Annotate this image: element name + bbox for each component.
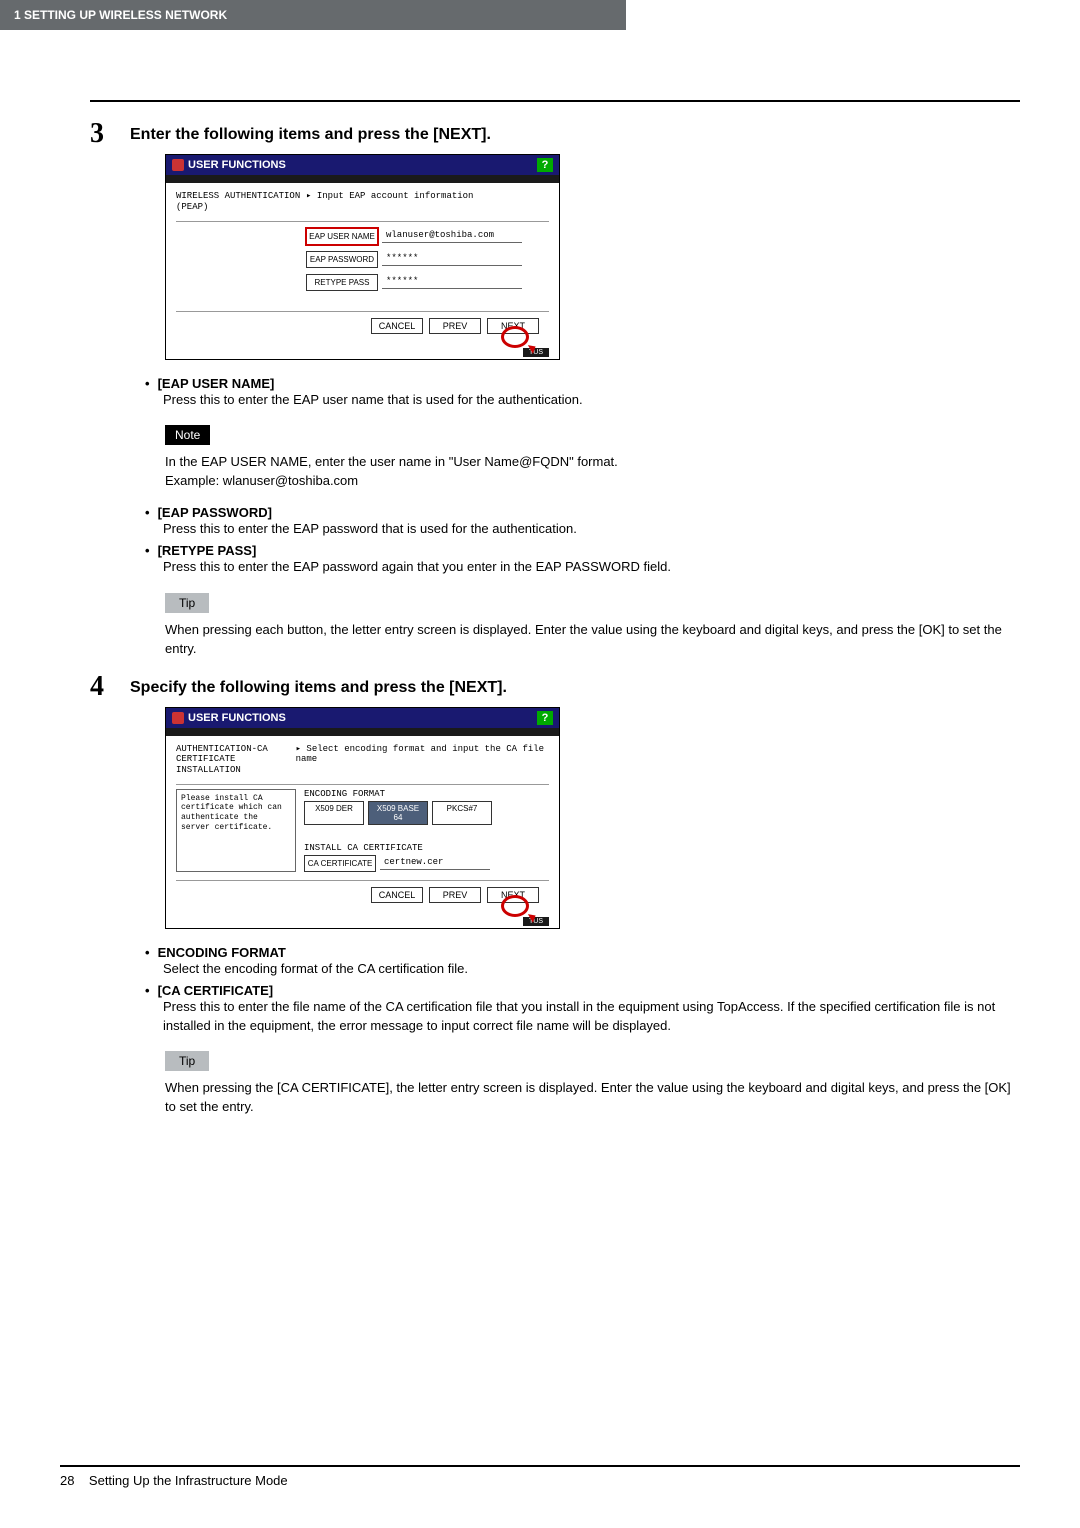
- top-rule: [90, 100, 1020, 102]
- note-label: Note: [165, 425, 210, 445]
- page-content: 3 Enter the following items and press th…: [0, 30, 1080, 1117]
- cancel-button[interactable]: CANCEL: [371, 318, 423, 334]
- page-number: 28: [60, 1473, 74, 1488]
- x509-base64-button[interactable]: X509 BASE 64: [368, 801, 428, 825]
- step-4-header: 4 Specify the following items and press …: [90, 673, 1020, 701]
- section-header: 1 SETTING UP WIRELESS NETWORK: [0, 0, 626, 30]
- note-line-1: In the EAP USER NAME, enter the user nam…: [165, 453, 1020, 472]
- install-ca-label: INSTALL CA CERTIFICATE: [304, 843, 549, 853]
- bullet-icon: •: [145, 983, 150, 998]
- item-ca-cert-desc: Press this to enter the file name of the…: [163, 998, 1020, 1036]
- prev-button[interactable]: PREV: [429, 318, 481, 334]
- ss4-left-label: AUTHENTICATION-CA CERTIFICATE INSTALLATI…: [176, 744, 296, 776]
- tip-text-3: When pressing each button, the letter en…: [165, 621, 1020, 659]
- tip-label: Tip: [165, 1051, 209, 1071]
- tip-label: Tip: [165, 593, 209, 613]
- note-line-2: Example: wlanuser@toshiba.com: [165, 472, 1020, 491]
- cursor-highlight-icon: [501, 326, 529, 348]
- bullet-icon: •: [145, 505, 150, 520]
- bullet-icon: •: [145, 543, 150, 558]
- gear-icon: [172, 159, 184, 171]
- prev-button[interactable]: PREV: [429, 887, 481, 903]
- item-eap-user-name-title: [EAP USER NAME]: [158, 376, 275, 391]
- item-eap-user-name-desc: Press this to enter the EAP user name th…: [163, 391, 1020, 410]
- item-retype-pass-desc: Press this to enter the EAP password aga…: [163, 558, 1020, 577]
- step-4-title: Specify the following items and press th…: [130, 673, 507, 697]
- ca-certificate-button[interactable]: CA CERTIFICATE: [304, 855, 376, 872]
- step-4-number: 4: [90, 673, 120, 701]
- item-encoding-title: ENCODING FORMAT: [158, 945, 286, 960]
- item-ca-cert-title: [CA CERTIFICATE]: [158, 983, 274, 998]
- eap-user-name-button[interactable]: EAP USER NAME: [306, 228, 378, 245]
- cursor-highlight-icon: [501, 895, 529, 917]
- eap-user-name-value: wlanuser@toshiba.com: [382, 230, 522, 243]
- cancel-button[interactable]: CANCEL: [371, 887, 423, 903]
- eap-password-value: ******: [382, 253, 522, 266]
- eap-password-button[interactable]: EAP PASSWORD: [306, 251, 378, 268]
- bullet-icon: •: [145, 376, 150, 391]
- ss4-right-label: ▸ Select encoding format and input the C…: [296, 744, 549, 776]
- gear-icon: [172, 712, 184, 724]
- footer-title: Setting Up the Infrastructure Mode: [89, 1473, 288, 1488]
- ss3-title: USER FUNCTIONS: [188, 159, 286, 171]
- retype-pass-value: ******: [382, 276, 522, 289]
- step-4-screenshot: USER FUNCTIONS ? AUTHENTICATION-CA CERTI…: [165, 707, 560, 929]
- ss3-right-label: ▸ Input EAP account information: [306, 191, 473, 213]
- help-icon[interactable]: ?: [537, 711, 553, 725]
- step-3-header: 3 Enter the following items and press th…: [90, 120, 1020, 148]
- item-encoding-desc: Select the encoding format of the CA cer…: [163, 960, 1020, 979]
- ss3-titlebar: USER FUNCTIONS ?: [166, 155, 559, 183]
- footer-rule: [60, 1465, 1020, 1467]
- step-3-screenshot: USER FUNCTIONS ? WIRELESS AUTHENTICATION…: [165, 154, 560, 360]
- ss4-titlebar: USER FUNCTIONS ?: [166, 708, 559, 736]
- bullet-icon: •: [145, 945, 150, 960]
- page-footer: 28 Setting Up the Infrastructure Mode: [60, 1465, 1020, 1488]
- help-icon[interactable]: ?: [537, 158, 553, 172]
- pkcs7-button[interactable]: PKCS#7: [432, 801, 492, 825]
- ca-certificate-value: certnew.cer: [380, 857, 490, 870]
- ss3-left-label: WIRELESS AUTHENTICATION (PEAP): [176, 191, 306, 213]
- encoding-format-label: ENCODING FORMAT: [304, 789, 549, 799]
- tip-text-4: When pressing the [CA CERTIFICATE], the …: [165, 1079, 1020, 1117]
- x509-der-button[interactable]: X509 DER: [304, 801, 364, 825]
- step-3-title: Enter the following items and press the …: [130, 120, 491, 144]
- step-3-number: 3: [90, 120, 120, 148]
- retype-pass-button[interactable]: RETYPE PASS: [306, 274, 378, 291]
- item-retype-pass-title: [RETYPE PASS]: [158, 543, 257, 558]
- item-eap-password-title: [EAP PASSWORD]: [158, 505, 272, 520]
- ss4-title: USER FUNCTIONS: [188, 712, 286, 724]
- ss4-info-box: Please install CA certificate which can …: [176, 789, 296, 872]
- item-eap-password-desc: Press this to enter the EAP password tha…: [163, 520, 1020, 539]
